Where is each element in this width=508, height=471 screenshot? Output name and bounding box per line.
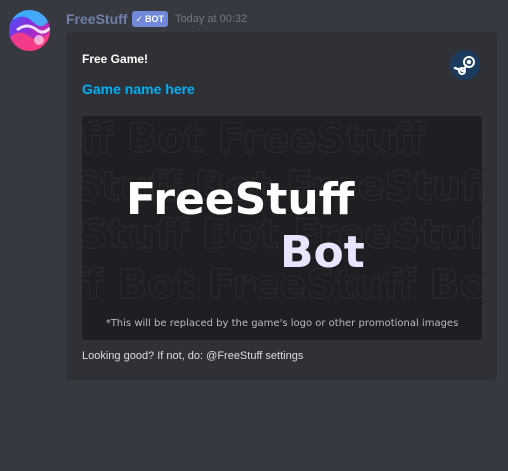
embed-card: Free Game! Game name here uff Bot FreeSt…	[66, 32, 497, 380]
avatar-image	[9, 10, 50, 51]
image-headline-bottom: Bot	[280, 227, 365, 278]
embed-title: Free Game!	[82, 52, 149, 66]
bot-tag-label: BOT	[145, 14, 164, 24]
embed-footer: Looking good? If not, do: @FreeStuff set…	[82, 350, 304, 362]
avatar[interactable]	[9, 10, 50, 51]
timestamp: Today at 00:32	[175, 13, 248, 25]
verified-check-icon: ✓	[135, 13, 143, 24]
promo-image[interactable]: uff Bot FreeStuff Stuff Bot FreeStuff eS…	[82, 116, 482, 340]
bot-tag: ✓ BOT	[132, 11, 168, 27]
image-caption: *This will be replaced by the game's log…	[105, 318, 459, 329]
message-header: FreeStuff ✓ BOT Today at 00:32	[66, 10, 247, 28]
image-headline-top: FreeStuff	[126, 174, 355, 225]
game-link[interactable]: Game name here	[82, 81, 195, 97]
steam-icon	[450, 50, 480, 80]
username[interactable]: FreeStuff	[66, 11, 127, 27]
background-pattern: uff Bot FreeStuff	[82, 116, 426, 163]
